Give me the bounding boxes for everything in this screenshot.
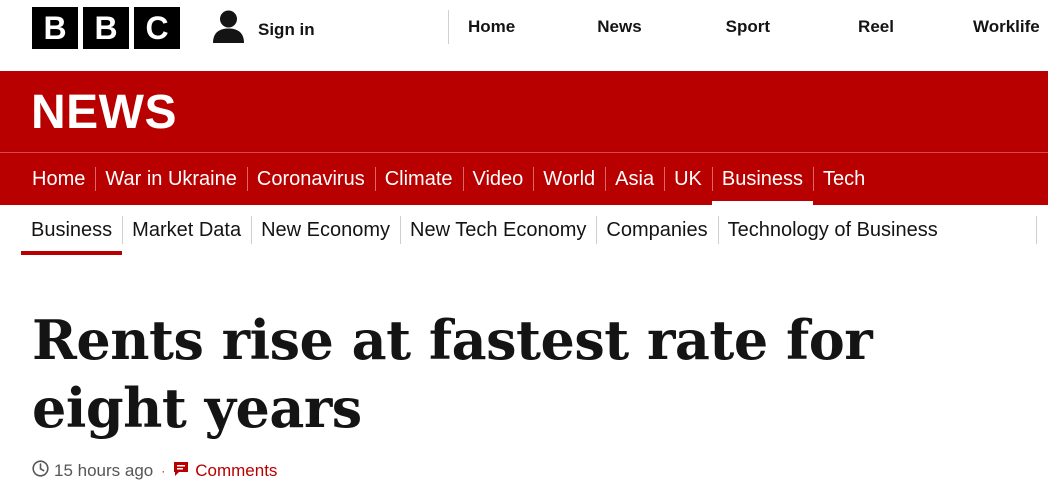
sub-nav-market-data[interactable]: Market Data bbox=[122, 205, 251, 255]
user-icon bbox=[211, 9, 246, 50]
section-nav-home[interactable]: Home bbox=[22, 153, 95, 205]
article-meta: 15 hours ago · Comments bbox=[32, 460, 277, 482]
article-timestamp: 15 hours ago bbox=[54, 461, 154, 480]
section-nav-world[interactable]: World bbox=[533, 153, 605, 205]
global-nav-reel[interactable]: Reel bbox=[858, 10, 894, 44]
news-masthead: NEWS Home War in Ukraine Coronavirus Cli… bbox=[0, 71, 1048, 205]
bbc-logo[interactable]: B B C bbox=[32, 7, 180, 49]
sign-in-label: Sign in bbox=[258, 19, 315, 39]
comments-label: Comments bbox=[195, 461, 278, 480]
sub-nav-new-tech-economy[interactable]: New Tech Economy bbox=[400, 205, 596, 255]
section-nav-climate[interactable]: Climate bbox=[374, 153, 463, 205]
business-sub-nav: Business Market Data New Economy New Tec… bbox=[21, 205, 948, 255]
section-nav-video[interactable]: Video bbox=[462, 153, 534, 205]
news-logo[interactable]: NEWS bbox=[31, 85, 177, 141]
section-nav-asia[interactable]: Asia bbox=[605, 153, 664, 205]
comments-link[interactable]: Comments bbox=[173, 461, 277, 482]
global-nav: Home News Sport Reel Worklife bbox=[448, 10, 1040, 44]
section-nav-tech[interactable]: Tech bbox=[813, 153, 875, 205]
global-nav-worklife[interactable]: Worklife bbox=[973, 10, 1040, 44]
section-nav-coronavirus[interactable]: Coronavirus bbox=[246, 153, 375, 205]
logo-letter: B bbox=[83, 7, 129, 49]
article-headline: Rents rise at fastest rate for eight yea… bbox=[32, 308, 873, 440]
section-nav-business[interactable]: Business bbox=[711, 153, 814, 205]
sub-nav-companies[interactable]: Companies bbox=[596, 205, 717, 255]
sign-in-link[interactable]: Sign in bbox=[211, 9, 315, 50]
global-nav-sport[interactable]: Sport bbox=[726, 10, 770, 44]
sub-nav-technology-of-business[interactable]: Technology of Business bbox=[717, 205, 948, 255]
global-header: B B C Sign in Home News Sport Reel Workl… bbox=[0, 0, 1048, 71]
clock-icon bbox=[32, 460, 49, 482]
meta-separator: · bbox=[161, 464, 166, 478]
global-nav-news[interactable]: News bbox=[597, 10, 641, 44]
sub-nav-new-economy[interactable]: New Economy bbox=[251, 205, 400, 255]
section-nav-uk[interactable]: UK bbox=[664, 153, 712, 205]
section-nav-war-in-ukraine[interactable]: War in Ukraine bbox=[95, 153, 247, 205]
comment-icon bbox=[173, 461, 189, 482]
sub-nav-business[interactable]: Business bbox=[21, 205, 123, 255]
logo-letter: C bbox=[134, 7, 180, 49]
sub-nav-divider bbox=[1036, 216, 1037, 244]
global-nav-home[interactable]: Home bbox=[468, 10, 515, 44]
logo-letter: B bbox=[32, 7, 78, 49]
news-section-nav: Home War in Ukraine Coronavirus Climate … bbox=[22, 153, 875, 205]
